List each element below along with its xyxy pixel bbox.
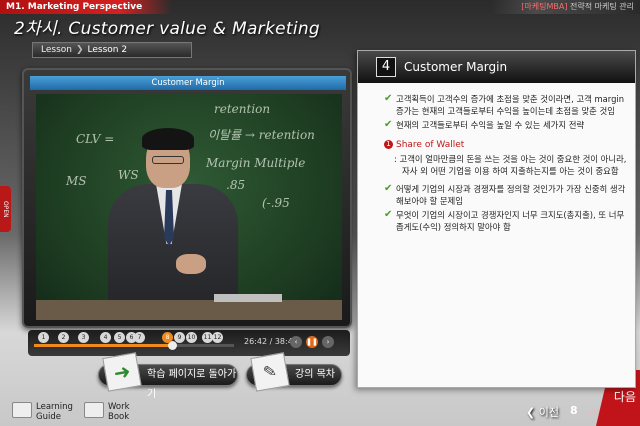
learning-guide-line2: Guide bbox=[36, 412, 61, 422]
chapter-marker-2[interactable]: 2 bbox=[58, 332, 69, 343]
check-icon: ✔ bbox=[384, 183, 393, 194]
board-text: .85 bbox=[226, 178, 246, 192]
lecture-content-button[interactable]: ✎ 강의 목차 bbox=[246, 352, 342, 392]
share-of-wallet-text: : 고객이 얼마만큼의 돈을 쓰는 것을 아는 것이 중요한 것이 아니라, 자… bbox=[394, 154, 627, 176]
check-icon: ✔ bbox=[384, 119, 393, 130]
back-to-learning-label: 학습 페이지로 돌아가기 bbox=[147, 369, 237, 400]
learning-guide-icon[interactable] bbox=[12, 402, 32, 418]
learning-guide-line1: Learning bbox=[36, 402, 73, 412]
section-title: Customer Margin bbox=[404, 60, 508, 74]
work-book-line2: Book bbox=[108, 412, 130, 422]
brand-subtitle: 전략적 마케팅 관리 bbox=[567, 2, 634, 11]
breadcrumb-current: Lesson 2 bbox=[87, 45, 128, 55]
breadcrumb: Lesson ❯ Lesson 2 bbox=[32, 42, 192, 58]
pause-button[interactable]: ❚❚ bbox=[306, 336, 318, 348]
brand-tag: [마케팅MBA] 전략적 마케팅 관리 bbox=[491, 0, 640, 14]
board-text: CLV = bbox=[76, 132, 115, 146]
bullet-item: ✔ 어떻게 기업의 시장과 경쟁자를 정의할 것인가가 가장 신중히 생각해보아… bbox=[384, 183, 629, 207]
chapter-marker-5[interactable]: 5 bbox=[114, 332, 125, 343]
chapter-marker-12[interactable]: 12 bbox=[212, 332, 223, 343]
share-of-wallet-title: Share of Wallet bbox=[396, 140, 465, 150]
lecture-content-label: 강의 목차 bbox=[295, 369, 335, 380]
chapter-marker-10[interactable]: 10 bbox=[186, 332, 197, 343]
chapter-marker-8[interactable]: 8 bbox=[162, 332, 173, 343]
check-icon: ✔ bbox=[384, 209, 393, 220]
work-book-link[interactable]: Work Book bbox=[108, 402, 130, 422]
board-text: (-.95 bbox=[262, 196, 290, 210]
board-text: retention bbox=[214, 102, 271, 116]
section-number: 4 bbox=[376, 57, 396, 77]
chapter-marker-9[interactable]: 9 bbox=[174, 332, 185, 343]
lecturer-hand bbox=[176, 254, 206, 274]
laptop bbox=[214, 294, 282, 302]
prev-chapter-button[interactable]: ‹ bbox=[290, 336, 302, 348]
back-to-learning-button[interactable]: ➜ 학습 페이지로 돌아가기 bbox=[98, 352, 238, 400]
bullet-text: 무엇이 기업의 시장이고 경쟁자인지 너무 크지도(총지출), 또 너무 좁게도… bbox=[396, 210, 625, 232]
board-text: MS bbox=[66, 174, 87, 188]
chapter-marker-7[interactable]: 7 bbox=[134, 332, 145, 343]
board-text: Margin Multiple bbox=[206, 156, 306, 170]
breadcrumb-lesson[interactable]: Lesson bbox=[41, 45, 72, 55]
work-book-icon[interactable] bbox=[84, 402, 104, 418]
progress-track[interactable]: 1 2 3 4 5 6 7 8 9 10 11 12 bbox=[34, 332, 234, 350]
bullet-text: 현재의 고객들로부터 수익을 높일 수 있는 세가지 전략 bbox=[396, 120, 585, 130]
bullet-text: 어떻게 기업의 시장과 경쟁자를 정의할 것인가가 가장 신중히 생각해보아야 … bbox=[396, 184, 626, 206]
work-book-line1: Work bbox=[108, 402, 130, 412]
brand-label: [마케팅MBA] bbox=[521, 2, 568, 11]
learning-guide-link[interactable]: Learning Guide bbox=[36, 402, 73, 422]
lecturer-hair bbox=[142, 128, 194, 150]
board-text: WS bbox=[118, 168, 139, 182]
clipboard-icon: ✎ bbox=[250, 352, 290, 392]
screen: M1. Marketing Perspective [마케팅MBA] 전략적 마… bbox=[0, 0, 640, 426]
chapter-marker-1[interactable]: 1 bbox=[38, 332, 49, 343]
lecturer-glasses bbox=[152, 156, 184, 164]
content-panel: 4 Customer Margin ✔ 고객획득이 고객수의 증가에 초점을 맞… bbox=[357, 50, 636, 388]
prev-page-button[interactable]: ❮ 이전 bbox=[526, 404, 559, 420]
progress-fill bbox=[34, 344, 172, 347]
video-frame: Customer Margin retention CLV = 이탈률 → re… bbox=[22, 68, 352, 328]
playbar: 1 2 3 4 5 6 7 8 9 10 11 12 26:42 / 38:48 ‹ ❚❚ › bbox=[28, 330, 350, 356]
video-title: Customer Margin bbox=[30, 76, 346, 90]
bullet-item: ✔ 현재의 고객들로부터 수익을 높일 수 있는 세가지 전략 bbox=[384, 119, 629, 131]
video-player[interactable]: retention CLV = 이탈률 → retention Margin M… bbox=[36, 94, 342, 320]
module-tag: M1. Marketing Perspective bbox=[0, 0, 173, 14]
desk bbox=[36, 300, 342, 320]
return-arrow-icon: ➜ bbox=[102, 352, 142, 392]
number-one-icon: 1 bbox=[384, 140, 393, 149]
lecture-title: 2차시. Customer value & Marketing bbox=[14, 19, 321, 39]
bullet-item: ✔ 무엇이 기업의 시장이고 경쟁자인지 너무 크지도(총지출), 또 너무 좁… bbox=[384, 209, 629, 233]
bullet-item: ✔ 고객획득이 고객수의 증가에 초점을 맞춘 것이라면, 고객 margin … bbox=[384, 93, 629, 117]
check-icon: ✔ bbox=[384, 93, 393, 104]
next-chapter-button[interactable]: › bbox=[322, 336, 334, 348]
share-of-wallet-heading: 1 Share of Wallet bbox=[384, 139, 629, 151]
bullet-text: 고객획득이 고객수의 증가에 초점을 맞춘 것이라면, 고객 margin 증가… bbox=[396, 94, 625, 116]
panel-body: ✔ 고객획득이 고객수의 증가에 초점을 맞춘 것이라면, 고객 margin … bbox=[384, 93, 629, 235]
open-tab[interactable]: OPEN bbox=[0, 186, 11, 232]
breadcrumb-separator: ❯ bbox=[75, 45, 84, 55]
panel-header: 4 Customer Margin bbox=[358, 51, 635, 83]
chapter-marker-3[interactable]: 3 bbox=[78, 332, 89, 343]
current-page: 8 bbox=[570, 404, 578, 417]
board-text: 이탈률 → retention bbox=[208, 128, 315, 142]
chapter-marker-4[interactable]: 4 bbox=[100, 332, 111, 343]
